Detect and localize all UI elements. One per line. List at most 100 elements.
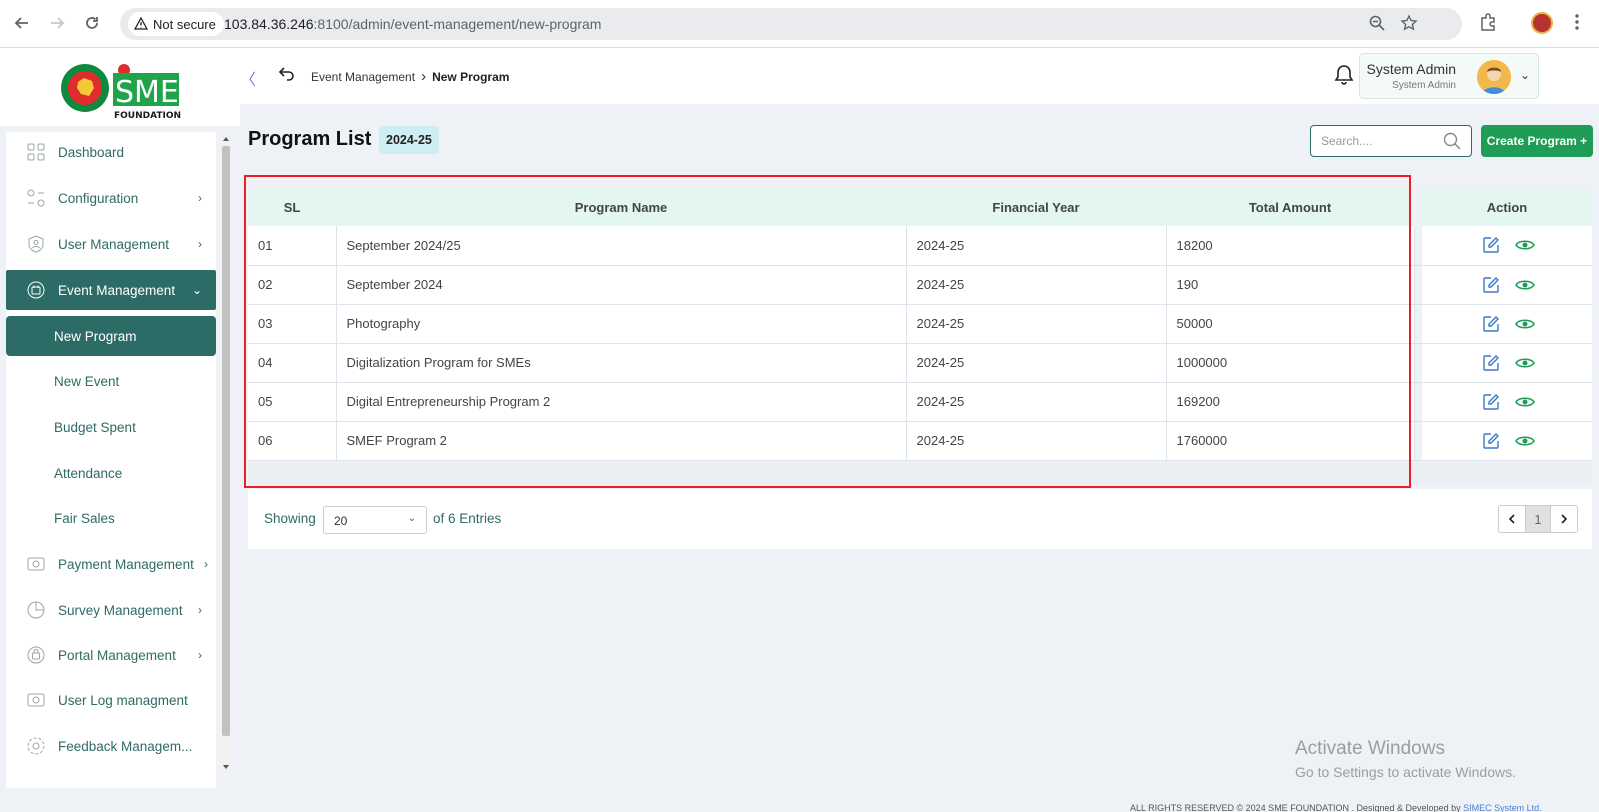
sidebar-item-label: User Log managment (58, 692, 188, 708)
sidebar-item-portal-management[interactable]: Portal Management › (6, 635, 216, 675)
undo-back-icon[interactable] (278, 64, 296, 82)
cell-total-amount: 1760000 (1166, 421, 1415, 460)
sidebar-item-dashboard[interactable]: Dashboard (6, 132, 216, 172)
page-size-select[interactable]: 20 ⌄ (323, 506, 427, 534)
edit-icon[interactable] (1482, 236, 1500, 254)
search-input[interactable] (1321, 132, 1441, 150)
sidebar-item-survey-management[interactable]: Survey Management › (6, 590, 216, 630)
user-shield-icon (28, 235, 44, 253)
next-page-button[interactable] (1551, 506, 1577, 532)
view-eye-icon[interactable] (1514, 393, 1535, 411)
breadcrumb-parent[interactable]: Event Management (311, 70, 415, 84)
sme-foundation-logo: SME FOUNDATION (61, 64, 181, 121)
table-header-row: SL Program Name Financial Year Total Amo… (248, 189, 1592, 226)
edit-icon[interactable] (1482, 393, 1500, 411)
scroll-up-icon[interactable] (219, 134, 233, 144)
showing-label: Showing (264, 511, 316, 526)
column-spacer (1414, 189, 1422, 226)
cell-spacer (1414, 343, 1422, 382)
page-title: Program List (248, 128, 372, 150)
copyright-text: ALL RIGHTS RESERVED © 2024 SME FOUNDATIO… (1130, 803, 1461, 812)
address-bar[interactable]: Not secure 103.84.36.246:8100/admin/even… (120, 8, 1462, 40)
cell-program-name: September 2024/25 (336, 226, 907, 265)
page-1-button[interactable]: 1 (1525, 506, 1551, 532)
profile-avatar-icon[interactable] (1531, 12, 1553, 34)
cell-actions (1422, 304, 1592, 343)
breadcrumb-current: New Program (432, 69, 510, 84)
sidebar-subitem-budget-spent[interactable]: Budget Spent (6, 407, 216, 447)
sidebar-item-event-management[interactable]: Event Management ⌄ (6, 270, 216, 310)
prev-page-button[interactable] (1499, 506, 1525, 532)
top-header: 〈 Event Management › New Program System … (240, 48, 1599, 104)
kebab-menu-icon[interactable] (1567, 12, 1589, 34)
cell-program-name: SMEF Program 2 (336, 421, 907, 460)
cell-sl: 01 (248, 226, 337, 265)
view-eye-icon[interactable] (1514, 432, 1535, 450)
scroll-down-icon[interactable] (219, 762, 233, 772)
sidebar-item-feedback-management[interactable]: Feedback Managem... (6, 726, 216, 766)
view-eye-icon[interactable] (1514, 236, 1535, 254)
cell-spacer (1414, 304, 1422, 343)
url-text[interactable]: 103.84.36.246:8100/admin/event-managemen… (224, 16, 601, 32)
view-eye-icon[interactable] (1514, 315, 1535, 333)
svg-text:FOUNDATION: FOUNDATION (114, 111, 181, 121)
cell-actions (1422, 421, 1592, 460)
sidebar-subitem-new-program[interactable]: New Program (6, 316, 216, 356)
create-program-button[interactable]: Create Program + (1481, 125, 1593, 157)
config-icon (27, 189, 45, 207)
bookmark-star-icon[interactable] (1400, 14, 1420, 34)
sidebar-scrollbar[interactable] (219, 132, 233, 776)
scroll-thumb[interactable] (222, 146, 230, 736)
sidebar-subitem-new-event[interactable]: New Event (6, 361, 216, 401)
pagination-bar: Showing 20 ⌄ of 6 Entries 1 (248, 489, 1592, 549)
search-field[interactable] (1310, 125, 1472, 157)
view-eye-icon[interactable] (1514, 276, 1535, 294)
cell-financial-year: 2024-25 (906, 343, 1167, 382)
edit-icon[interactable] (1482, 276, 1500, 294)
sidebar-item-configuration[interactable]: Configuration › (6, 178, 216, 218)
sidebar-item-user-log[interactable]: User Log managment (6, 680, 216, 720)
cell-spacer (1414, 226, 1422, 265)
collapse-sidebar-icon[interactable]: 〈 (240, 66, 256, 90)
table-row: 01 September 2024/25 2024-25 18200 (248, 226, 1592, 265)
edit-icon[interactable] (1482, 432, 1500, 450)
search-icon[interactable] (1443, 132, 1461, 150)
reload-icon[interactable] (81, 12, 103, 34)
developer-link[interactable]: SIMEC System Ltd. (1463, 803, 1542, 812)
cell-financial-year: 2024-25 (906, 304, 1167, 343)
pie-chart-icon (27, 601, 45, 619)
security-chip[interactable]: Not secure (128, 12, 224, 36)
chevron-down-icon: ⌄ (1520, 68, 1531, 82)
chevron-down-icon: ⌄ (407, 513, 416, 524)
table-row: 03 Photography 2024-25 50000 (248, 304, 1592, 343)
notification-bell-icon[interactable] (1334, 64, 1354, 86)
sidebar-item-label: Event Management (58, 282, 176, 298)
zoom-icon[interactable] (1368, 14, 1388, 34)
sidebar-subitem-attendance[interactable]: Attendance (6, 453, 216, 493)
page-size-value: 20 (334, 514, 348, 528)
sidebar-subitem-fair-sales[interactable]: Fair Sales (6, 498, 216, 538)
sidebar-subitem-label: Budget Spent (54, 419, 136, 435)
sidebar-item-label: Payment Management (58, 556, 194, 572)
warning-icon (134, 17, 148, 30)
sidebar-item-payment-management[interactable]: Payment Management › (6, 544, 216, 584)
user-role: System Admin (1392, 80, 1456, 91)
user-menu[interactable]: System Admin System Admin ⌄ (1359, 53, 1539, 99)
edit-icon[interactable] (1482, 354, 1500, 372)
chevron-left-icon (1508, 514, 1515, 524)
column-header-total-amount: Total Amount (1248, 200, 1332, 215)
column-header-sl: SL (283, 200, 301, 215)
cell-financial-year: 2024-25 (906, 226, 1167, 265)
sidebar-item-user-management[interactable]: User Management › (6, 224, 216, 264)
sidebar-item-label: Dashboard (58, 144, 125, 160)
edit-icon[interactable] (1482, 315, 1500, 333)
forward-arrow-icon[interactable] (46, 12, 68, 34)
cell-total-amount: 169200 (1166, 382, 1415, 421)
avatar (1477, 60, 1511, 94)
chevron-right-icon: › (198, 648, 202, 662)
extensions-icon[interactable] (1478, 12, 1500, 34)
view-eye-icon[interactable] (1514, 354, 1535, 372)
windows-activation-watermark: Activate Windows Go to Settings to activ… (1295, 738, 1516, 780)
event-icon (27, 281, 45, 299)
back-arrow-icon[interactable] (11, 12, 33, 34)
